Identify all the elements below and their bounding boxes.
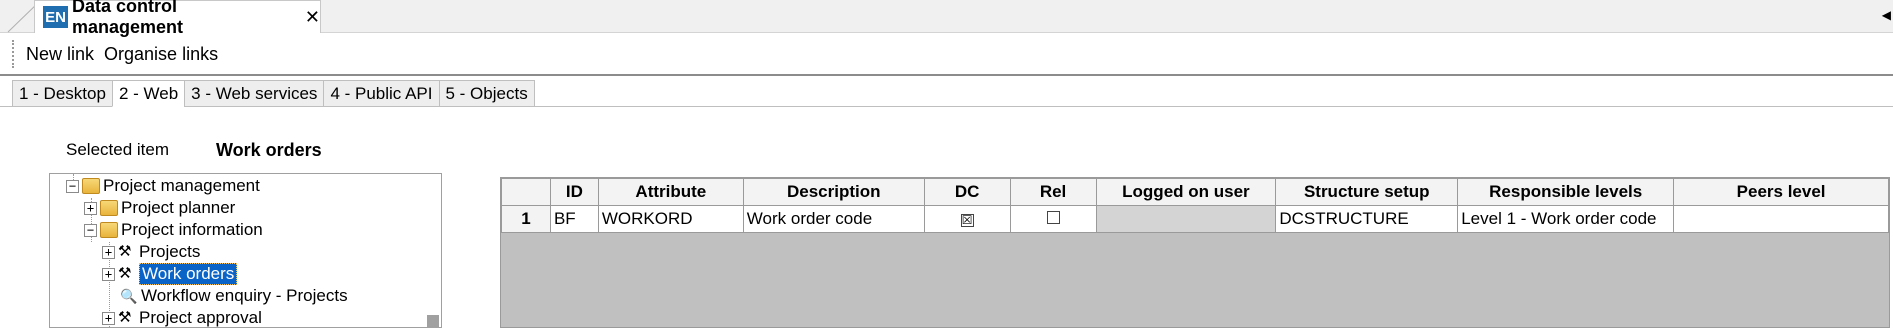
- tree-item-selected[interactable]: + ⚒ Work orders: [102, 263, 238, 285]
- tree-item-label: Projects: [139, 242, 201, 261]
- table-header-row: ID Attribute Description DC Rel Logged o…: [501, 178, 1889, 206]
- data-table: ID Attribute Description DC Rel Logged o…: [501, 178, 1889, 233]
- folder-icon: [100, 200, 118, 216]
- cell-attribute[interactable]: WORKORD: [597, 205, 744, 233]
- tree-item[interactable]: − Project management: [66, 175, 260, 197]
- expand-icon[interactable]: +: [102, 245, 115, 259]
- tree-item-label: Project approval: [139, 308, 262, 327]
- tree-item-label: Work orders: [139, 263, 238, 285]
- expand-icon[interactable]: +: [102, 311, 115, 325]
- column-header-id[interactable]: ID: [549, 178, 599, 206]
- cell-dc[interactable]: ☒: [923, 205, 1011, 233]
- tools-icon: ⚒: [118, 265, 132, 282]
- tab-objects[interactable]: 5 - Objects: [438, 80, 535, 107]
- cell-id[interactable]: BF: [549, 205, 599, 233]
- table-row[interactable]: 1 BF WORKORD Work order code ☒ DCSTRUCTU…: [501, 205, 1889, 233]
- cell-responsible-levels[interactable]: Level 1 - Work order code: [1457, 205, 1675, 233]
- column-header-dc[interactable]: DC: [923, 178, 1011, 206]
- organise-links-button[interactable]: Organise links: [104, 44, 218, 65]
- expand-icon[interactable]: +: [102, 267, 115, 281]
- row-number[interactable]: 1: [501, 205, 551, 233]
- tab-desktop[interactable]: 1 - Desktop: [12, 80, 112, 107]
- expand-icon[interactable]: +: [84, 201, 97, 215]
- tree-item[interactable]: + ⚒ Projects: [102, 241, 200, 263]
- cell-structure-setup[interactable]: DCSTRUCTURE: [1275, 205, 1459, 233]
- collapse-icon[interactable]: −: [84, 223, 97, 237]
- document-tab-title: Data control management: [71, 0, 184, 37]
- column-header-structure-setup[interactable]: Structure setup: [1275, 178, 1459, 206]
- close-icon[interactable]: ✕: [305, 7, 320, 28]
- column-header-attribute[interactable]: Attribute: [597, 178, 744, 206]
- column-header-description[interactable]: Description: [742, 178, 925, 206]
- tree-item[interactable]: + Project planner: [84, 197, 235, 219]
- navigation-tree[interactable]: − Project management + Project planner −…: [49, 173, 442, 328]
- language-badge: EN: [43, 6, 68, 28]
- toolbar-grip-icon[interactable]: [12, 40, 16, 68]
- selected-item-label: Selected item: [66, 140, 169, 159]
- cell-description[interactable]: Work order code: [742, 205, 925, 233]
- column-header-peers-level[interactable]: Peers level: [1673, 178, 1889, 206]
- tab-web[interactable]: 2 - Web: [111, 80, 185, 107]
- tools-icon: ⚒: [118, 243, 132, 260]
- rel-checkbox[interactable]: [1046, 211, 1060, 224]
- document-tab-bar: EN Data control management ✕ ◀: [0, 0, 1893, 37]
- tree-item-label: Project planner: [121, 198, 236, 217]
- search-icon: 🔍: [120, 288, 138, 304]
- section-tabs: 1 - Desktop 2 - Web 3 - Web services 4 -…: [12, 80, 535, 107]
- tree-item[interactable]: − Project information: [84, 219, 263, 241]
- tab-scroll-left-icon[interactable]: ◀: [1882, 8, 1891, 22]
- tree-item[interactable]: 🔍 Workflow enquiry - Projects: [120, 285, 348, 307]
- tree-item-label: Project information: [121, 220, 263, 239]
- folder-open-icon: [100, 222, 118, 238]
- toolbar: New link Organise links: [0, 34, 1893, 76]
- cell-logged-on-user[interactable]: [1095, 205, 1277, 233]
- tree-item-label: Workflow enquiry - Projects: [141, 286, 348, 305]
- cell-peers-level[interactable]: [1673, 205, 1889, 233]
- tree-item-label: Project management: [103, 176, 260, 195]
- row-number-header: [501, 178, 551, 206]
- tab-web-services[interactable]: 3 - Web services: [184, 80, 324, 107]
- cell-rel[interactable]: [1009, 205, 1097, 233]
- column-header-logged-on-user[interactable]: Logged on user: [1095, 178, 1277, 206]
- new-link-button[interactable]: New link: [26, 44, 94, 65]
- column-header-responsible-levels[interactable]: Responsible levels: [1457, 178, 1675, 206]
- tab-public-api[interactable]: 4 - Public API: [323, 80, 439, 107]
- tree-item[interactable]: + ⚒ Project approval: [102, 307, 262, 327]
- collapse-icon[interactable]: −: [66, 179, 79, 193]
- selected-item-value: Work orders: [216, 140, 322, 160]
- tools-icon: ⚒: [118, 309, 132, 326]
- dc-checkbox-checked[interactable]: ☒: [960, 214, 974, 227]
- column-header-rel[interactable]: Rel: [1009, 178, 1097, 206]
- tree-scrollbar-thumb[interactable]: [427, 315, 439, 327]
- folder-open-icon: [82, 178, 100, 194]
- document-tab[interactable]: EN Data control management ✕: [34, 0, 321, 37]
- data-grid: ID Attribute Description DC Rel Logged o…: [500, 177, 1890, 328]
